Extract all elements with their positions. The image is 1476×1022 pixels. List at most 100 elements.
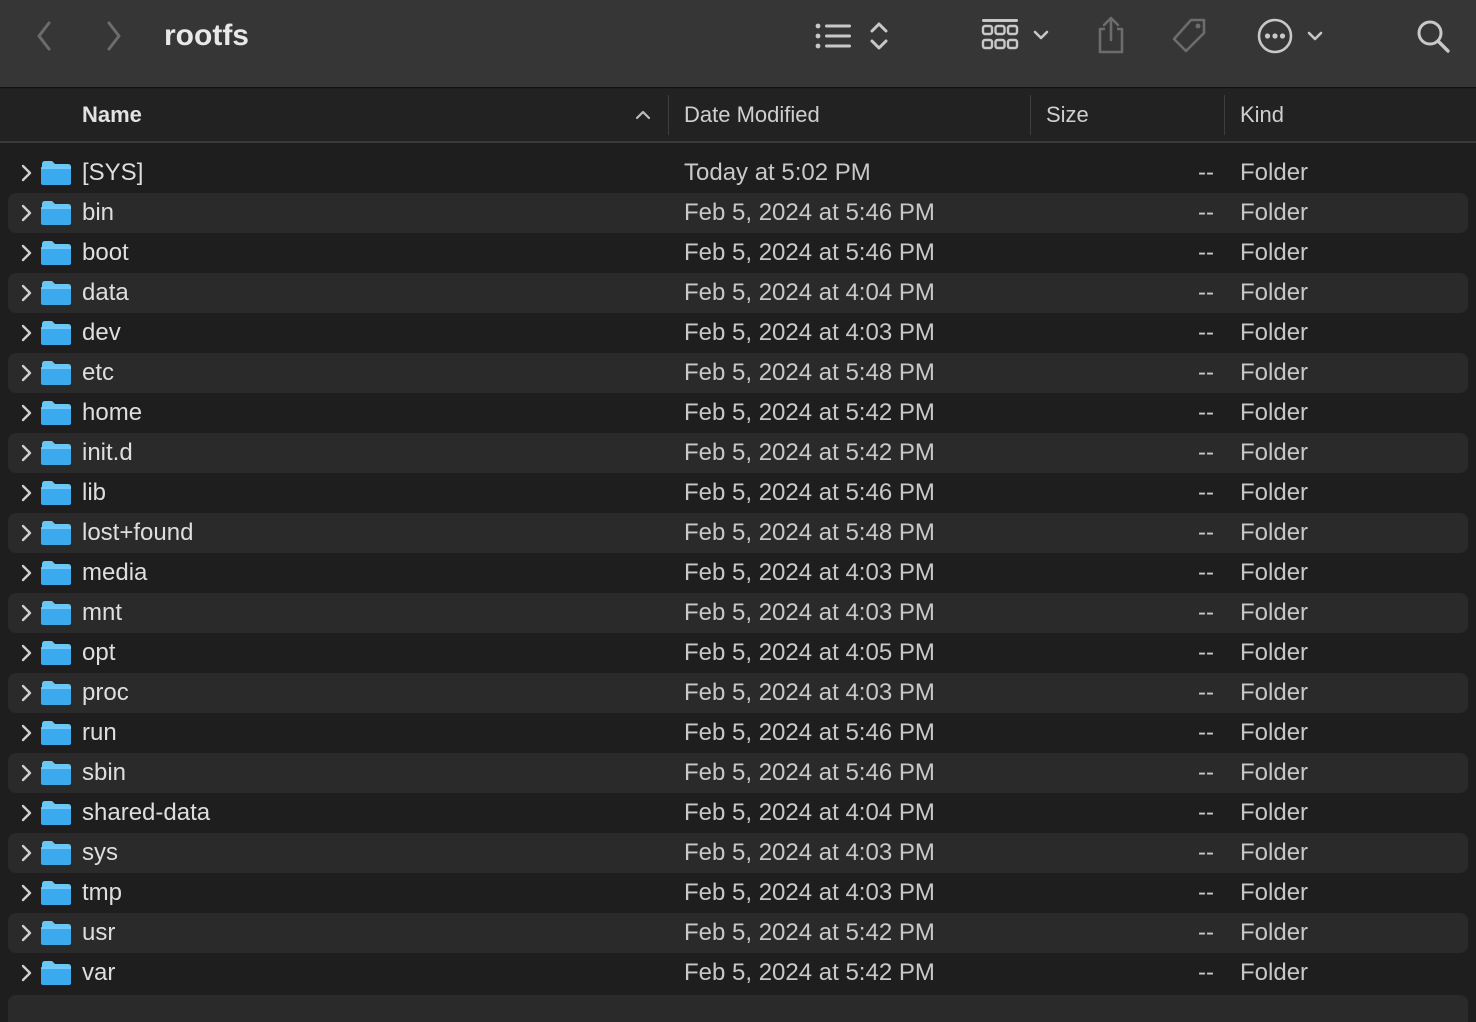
folder-icon (40, 760, 72, 786)
file-kind: Folder (1240, 799, 1309, 826)
search-button[interactable] (1412, 14, 1454, 58)
file-row[interactable]: boot Feb 5, 2024 at 5:46 PM -- Folder (0, 233, 1476, 273)
disclosure-triangle[interactable] (16, 683, 36, 703)
file-row[interactable]: data Feb 5, 2024 at 4:04 PM -- Folder (0, 273, 1476, 313)
disclosure-triangle[interactable] (16, 523, 36, 543)
view-options-button[interactable] (812, 16, 892, 56)
file-row[interactable]: lib Feb 5, 2024 at 5:46 PM -- Folder (0, 473, 1476, 513)
file-kind: Folder (1240, 959, 1309, 986)
disclosure-triangle[interactable] (16, 363, 36, 383)
file-kind: Folder (1240, 759, 1309, 786)
file-name: lib (82, 479, 107, 506)
toolbar: rootfs (0, 0, 1476, 88)
file-name: tmp (82, 879, 123, 906)
file-row[interactable]: tmp Feb 5, 2024 at 4:03 PM -- Folder (0, 873, 1476, 913)
column-header-size[interactable]: Size (1046, 89, 1216, 141)
file-size: -- (1198, 679, 1214, 706)
share-button[interactable] (1092, 14, 1130, 56)
disclosure-triangle[interactable] (16, 403, 36, 423)
file-row[interactable]: dev Feb 5, 2024 at 4:03 PM -- Folder (0, 313, 1476, 353)
file-row[interactable]: var Feb 5, 2024 at 5:42 PM -- Folder (0, 953, 1476, 993)
folder-icon (40, 200, 72, 226)
disclosure-triangle[interactable] (16, 963, 36, 983)
file-kind: Folder (1240, 879, 1309, 906)
column-header-name[interactable]: Name (82, 89, 662, 141)
disclosure-triangle[interactable] (16, 443, 36, 463)
file-row[interactable]: bin Feb 5, 2024 at 5:46 PM -- Folder (0, 193, 1476, 233)
file-name: [SYS] (82, 159, 144, 186)
file-size: -- (1198, 519, 1214, 546)
file-date-modified: Feb 5, 2024 at 4:04 PM (684, 279, 935, 306)
disclosure-triangle[interactable] (16, 243, 36, 263)
file-size: -- (1198, 799, 1214, 826)
folder-icon (40, 320, 72, 346)
disclosure-triangle[interactable] (16, 923, 36, 943)
disclosure-triangle[interactable] (16, 883, 36, 903)
chevron-right-icon (21, 284, 32, 302)
file-name: usr (82, 919, 116, 946)
file-row[interactable]: mnt Feb 5, 2024 at 4:03 PM -- Folder (0, 593, 1476, 633)
disclosure-triangle[interactable] (16, 763, 36, 783)
file-name: data (82, 279, 129, 306)
sort-ascending-indicator (632, 107, 654, 123)
file-row[interactable]: home Feb 5, 2024 at 5:42 PM -- Folder (0, 393, 1476, 433)
disclosure-triangle[interactable] (16, 283, 36, 303)
file-row[interactable]: shared-data Feb 5, 2024 at 4:04 PM -- Folde… (0, 793, 1476, 833)
column-header-date[interactable]: Date Modified (684, 89, 1024, 141)
disclosure-triangle[interactable] (16, 163, 36, 183)
file-row[interactable]: usr Feb 5, 2024 at 5:42 PM -- Folder (0, 913, 1476, 953)
column-divider[interactable] (1030, 95, 1031, 135)
more-actions-button[interactable] (1252, 14, 1328, 58)
file-row[interactable]: opt Feb 5, 2024 at 4:05 PM -- Folder (0, 633, 1476, 673)
file-size: -- (1198, 599, 1214, 626)
tag-icon (1172, 18, 1206, 53)
disclosure-triangle[interactable] (16, 843, 36, 863)
disclosure-triangle[interactable] (16, 323, 36, 343)
file-row[interactable]: init.d Feb 5, 2024 at 5:42 PM -- Folder (0, 433, 1476, 473)
disclosure-triangle[interactable] (16, 483, 36, 503)
folder-icon (40, 560, 72, 586)
disclosure-triangle[interactable] (16, 723, 36, 743)
chevron-right-icon (21, 324, 32, 342)
file-row[interactable]: lost+found Feb 5, 2024 at 5:48 PM -- Folder (0, 513, 1476, 553)
disclosure-triangle[interactable] (16, 803, 36, 823)
file-kind: Folder (1240, 559, 1309, 586)
file-name: proc (82, 679, 129, 706)
file-row[interactable]: run Feb 5, 2024 at 5:46 PM -- Folder (0, 713, 1476, 753)
tag-button[interactable] (1166, 14, 1212, 58)
empty-row (8, 995, 1468, 1022)
chevron-right-icon (21, 364, 32, 382)
folder-icon (40, 600, 72, 626)
file-row[interactable]: etc Feb 5, 2024 at 5:48 PM -- Folder (0, 353, 1476, 393)
file-row[interactable]: media Feb 5, 2024 at 4:03 PM -- Folder (0, 553, 1476, 593)
file-row[interactable]: sbin Feb 5, 2024 at 5:46 PM -- Folder (0, 753, 1476, 793)
chevron-down-icon (1033, 30, 1049, 40)
file-size: -- (1198, 319, 1214, 346)
file-size: -- (1198, 759, 1214, 786)
disclosure-triangle[interactable] (16, 563, 36, 583)
column-divider[interactable] (1224, 95, 1225, 135)
folder-icon (40, 840, 72, 866)
file-date-modified: Feb 5, 2024 at 5:46 PM (684, 199, 935, 226)
back-button[interactable] (30, 18, 58, 54)
file-name: sys (82, 839, 118, 866)
file-row[interactable]: proc Feb 5, 2024 at 4:03 PM -- Folder (0, 673, 1476, 713)
disclosure-triangle[interactable] (16, 603, 36, 623)
group-button[interactable] (978, 14, 1052, 56)
file-kind: Folder (1240, 399, 1309, 426)
folder-icon (40, 280, 72, 306)
file-kind: Folder (1240, 199, 1309, 226)
file-row[interactable]: [SYS] Today at 5:02 PM -- Folder (0, 153, 1476, 193)
column-header-kind[interactable]: Kind (1240, 89, 1460, 141)
file-kind: Folder (1240, 359, 1309, 386)
column-divider[interactable] (668, 95, 669, 135)
share-icon (1098, 16, 1124, 54)
file-row[interactable]: sys Feb 5, 2024 at 4:03 PM -- Folder (0, 833, 1476, 873)
file-size: -- (1198, 279, 1214, 306)
forward-button[interactable] (100, 18, 128, 54)
disclosure-triangle[interactable] (16, 643, 36, 663)
chevron-right-icon (21, 484, 32, 502)
file-kind: Folder (1240, 639, 1309, 666)
chevron-left-icon (37, 21, 51, 51)
disclosure-triangle[interactable] (16, 203, 36, 223)
